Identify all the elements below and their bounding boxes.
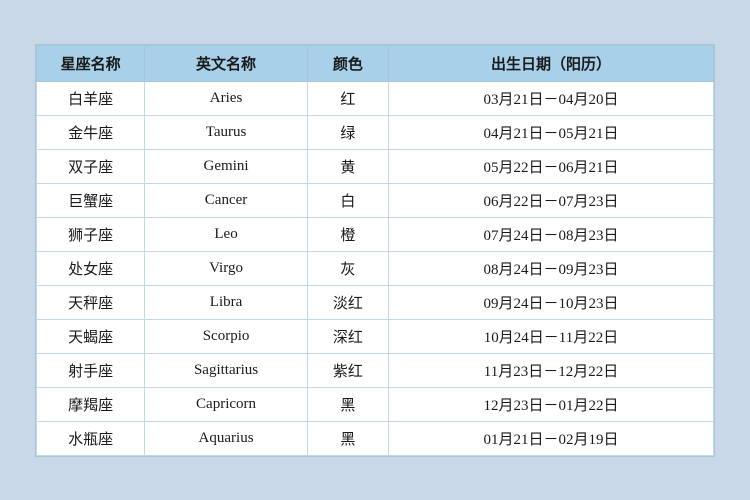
cell-chinese: 天蝎座 [37, 319, 145, 353]
cell-chinese: 白羊座 [37, 81, 145, 115]
cell-chinese: 处女座 [37, 251, 145, 285]
cell-date: 03月21日－04月20日 [389, 81, 714, 115]
table-row: 双子座Gemini黄05月22日－06月21日 [37, 149, 714, 183]
cell-chinese: 水瓶座 [37, 421, 145, 455]
header-date: 出生日期（阳历） [389, 45, 714, 81]
header-color: 颜色 [307, 45, 388, 81]
cell-color: 红 [307, 81, 388, 115]
cell-color: 淡红 [307, 285, 388, 319]
cell-date: 05月22日－06月21日 [389, 149, 714, 183]
table-row: 天蝎座Scorpio深红10月24日－11月22日 [37, 319, 714, 353]
cell-date: 06月22日－07月23日 [389, 183, 714, 217]
cell-chinese: 射手座 [37, 353, 145, 387]
cell-color: 黄 [307, 149, 388, 183]
cell-date: 08月24日－09月23日 [389, 251, 714, 285]
table-body: 白羊座Aries红03月21日－04月20日金牛座Taurus绿04月21日－0… [37, 81, 714, 455]
cell-chinese: 巨蟹座 [37, 183, 145, 217]
cell-english: Aquarius [145, 421, 307, 455]
cell-date: 07月24日－08月23日 [389, 217, 714, 251]
cell-color: 灰 [307, 251, 388, 285]
cell-chinese: 狮子座 [37, 217, 145, 251]
header-chinese: 星座名称 [37, 45, 145, 81]
zodiac-table-wrapper: 星座名称 英文名称 颜色 出生日期（阳历） 白羊座Aries红03月21日－04… [35, 44, 715, 457]
cell-english: Capricorn [145, 387, 307, 421]
cell-english: Leo [145, 217, 307, 251]
cell-chinese: 双子座 [37, 149, 145, 183]
cell-color: 黑 [307, 421, 388, 455]
cell-english: Taurus [145, 115, 307, 149]
cell-english: Aries [145, 81, 307, 115]
cell-date: 10月24日－11月22日 [389, 319, 714, 353]
table-row: 水瓶座Aquarius黑01月21日－02月19日 [37, 421, 714, 455]
cell-color: 橙 [307, 217, 388, 251]
cell-date: 01月21日－02月19日 [389, 421, 714, 455]
cell-english: Scorpio [145, 319, 307, 353]
cell-color: 深红 [307, 319, 388, 353]
table-row: 处女座Virgo灰08月24日－09月23日 [37, 251, 714, 285]
cell-color: 紫红 [307, 353, 388, 387]
cell-date: 11月23日－12月22日 [389, 353, 714, 387]
cell-english: Gemini [145, 149, 307, 183]
table-row: 狮子座Leo橙07月24日－08月23日 [37, 217, 714, 251]
cell-color: 白 [307, 183, 388, 217]
table-row: 巨蟹座Cancer白06月22日－07月23日 [37, 183, 714, 217]
cell-english: Sagittarius [145, 353, 307, 387]
table-row: 摩羯座Capricorn黑12月23日－01月22日 [37, 387, 714, 421]
cell-english: Cancer [145, 183, 307, 217]
cell-chinese: 摩羯座 [37, 387, 145, 421]
cell-chinese: 金牛座 [37, 115, 145, 149]
header-english: 英文名称 [145, 45, 307, 81]
cell-date: 12月23日－01月22日 [389, 387, 714, 421]
zodiac-table: 星座名称 英文名称 颜色 出生日期（阳历） 白羊座Aries红03月21日－04… [36, 45, 714, 456]
cell-color: 黑 [307, 387, 388, 421]
table-row: 金牛座Taurus绿04月21日－05月21日 [37, 115, 714, 149]
table-row: 天秤座Libra淡红09月24日－10月23日 [37, 285, 714, 319]
cell-date: 09月24日－10月23日 [389, 285, 714, 319]
table-row: 白羊座Aries红03月21日－04月20日 [37, 81, 714, 115]
table-row: 射手座Sagittarius紫红11月23日－12月22日 [37, 353, 714, 387]
cell-date: 04月21日－05月21日 [389, 115, 714, 149]
cell-english: Virgo [145, 251, 307, 285]
table-header-row: 星座名称 英文名称 颜色 出生日期（阳历） [37, 45, 714, 81]
cell-chinese: 天秤座 [37, 285, 145, 319]
cell-color: 绿 [307, 115, 388, 149]
cell-english: Libra [145, 285, 307, 319]
